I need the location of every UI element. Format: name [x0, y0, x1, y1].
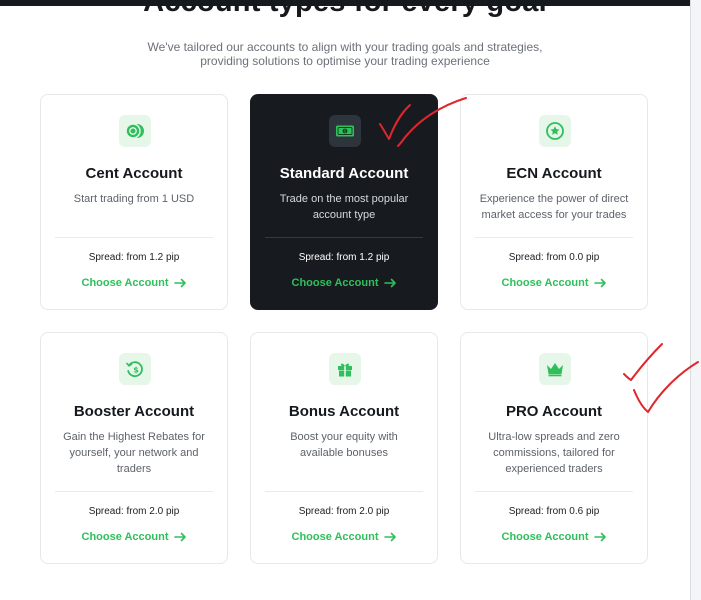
- description-line: account type: [312, 209, 376, 221]
- choose-account-link[interactable]: Choose Account: [461, 277, 647, 289]
- gift-icon: [329, 353, 361, 385]
- card-ecn-account[interactable]: ECN Account Experience the power of dire…: [460, 94, 648, 310]
- card-title: Standard Account: [279, 165, 409, 182]
- scrollbar-track[interactable]: [690, 0, 701, 600]
- description-line: Boost your equity with: [290, 431, 398, 443]
- subtitle-line: We've tailored our accounts to align wit…: [147, 40, 543, 54]
- description-line: Ultra-low spreads and zero: [488, 431, 620, 443]
- card-cent-account[interactable]: Cent Account Start trading from 1 USD Sp…: [40, 94, 228, 310]
- choose-account-label: Choose Account: [501, 277, 589, 289]
- checkmark-icon: [379, 97, 467, 147]
- spread-text: Spread: from 0.0 pip: [508, 252, 600, 263]
- card-title: Booster Account: [73, 403, 195, 420]
- card-description: Start trading from 1 USD: [55, 191, 213, 207]
- choose-account-label: Choose Account: [291, 531, 379, 543]
- arrow-right-icon: [383, 532, 396, 542]
- subtitle-line: providing solutions to optimise your tra…: [200, 54, 490, 68]
- banknote-icon: $: [329, 115, 361, 147]
- card-divider: [475, 491, 633, 492]
- arrow-right-icon: [593, 278, 606, 288]
- choose-account-label: Choose Account: [501, 531, 589, 543]
- card-title: ECN Account: [506, 165, 602, 182]
- choose-account-link[interactable]: Choose Account: [41, 531, 227, 543]
- description-line: Gain the Highest Rebates for: [63, 431, 205, 443]
- description-line: commissions, tailored for: [493, 447, 615, 459]
- choose-account-label: Choose Account: [291, 277, 379, 289]
- section-title: Account types for every goal: [143, 0, 547, 18]
- card-bonus-account[interactable]: Bonus Account Boost your equity with ava…: [250, 332, 438, 564]
- svg-text:$: $: [344, 129, 347, 134]
- spread-text: Spread: from 2.0 pip: [298, 506, 390, 517]
- spread-text: Spread: from 1.2 pip: [88, 252, 180, 263]
- spread-text: Spread: from 2.0 pip: [88, 506, 180, 517]
- description-line: experienced traders: [505, 463, 603, 475]
- description-line: traders: [116, 463, 152, 475]
- card-booster-account[interactable]: $ Booster Account Gain the Highest Rebat…: [40, 332, 228, 564]
- card-description: Ultra-low spreads and zero commissions, …: [475, 429, 633, 477]
- choose-account-label: Choose Account: [81, 531, 169, 543]
- spread-text: Spread: from 1.2 pip: [298, 252, 390, 263]
- arrow-right-icon: [173, 278, 186, 288]
- section-subtitle: We've tailored our accounts to align wit…: [0, 40, 690, 68]
- card-title: Bonus Account: [288, 403, 400, 420]
- card-description: Experience the power of direct market ac…: [475, 191, 633, 223]
- arrow-right-icon: [593, 532, 606, 542]
- description-line: yourself, your network and: [69, 447, 199, 459]
- card-description: Trade on the most popular account type: [265, 191, 423, 223]
- choose-account-link[interactable]: Choose Account: [251, 531, 437, 543]
- card-divider: [265, 491, 423, 492]
- card-description: Gain the Highest Rebates for yourself, y…: [55, 429, 213, 477]
- rebate-dollar-icon: $: [119, 353, 151, 385]
- card-title: Cent Account: [85, 165, 183, 182]
- arrow-right-icon: [173, 532, 186, 542]
- choose-account-label: Choose Account: [81, 277, 169, 289]
- card-divider: [55, 237, 213, 238]
- description-line: Start trading from 1 USD: [73, 193, 195, 205]
- arrow-right-icon: [383, 278, 396, 288]
- description-line: market access for your trades: [481, 209, 627, 221]
- coins-icon: [119, 115, 151, 147]
- description-line: available bonuses: [299, 447, 389, 459]
- choose-account-link[interactable]: Choose Account: [461, 531, 647, 543]
- card-divider: [265, 237, 423, 238]
- description-line: Trade on the most popular: [279, 193, 409, 205]
- card-description: Boost your equity with available bonuses: [265, 429, 423, 461]
- checkmark-icon: [623, 343, 699, 413]
- card-divider: [55, 491, 213, 492]
- choose-account-link[interactable]: Choose Account: [41, 277, 227, 289]
- description-line: Experience the power of direct: [479, 193, 629, 205]
- svg-text:$: $: [133, 366, 139, 375]
- star-badge-icon: [539, 115, 571, 147]
- spread-text: Spread: from 0.6 pip: [508, 506, 600, 517]
- crown-icon: [539, 353, 571, 385]
- choose-account-link[interactable]: Choose Account: [251, 277, 437, 289]
- card-divider: [475, 237, 633, 238]
